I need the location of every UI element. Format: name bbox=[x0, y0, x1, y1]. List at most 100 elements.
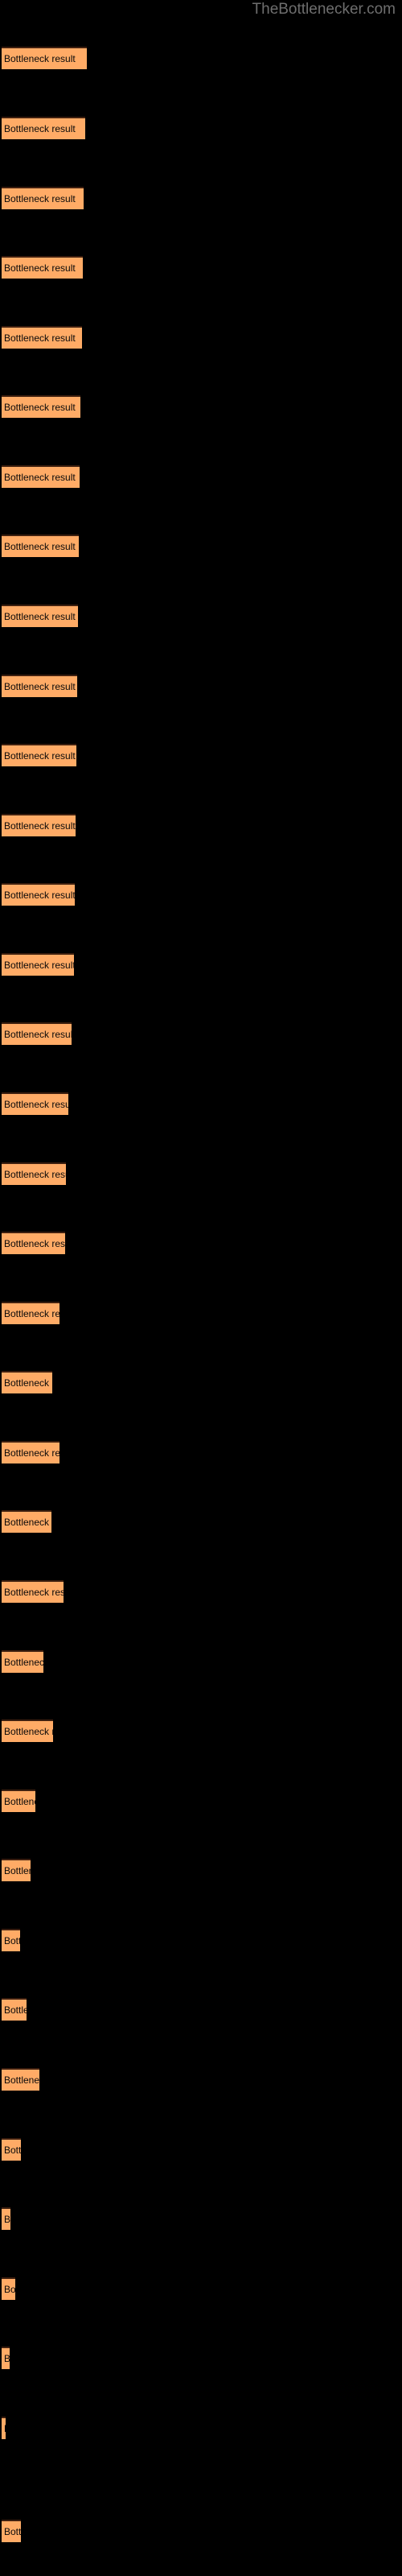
bar[interactable]: Bottleneck result bbox=[2, 395, 80, 418]
bar-label: Bottleneck result bbox=[4, 541, 76, 552]
bar-label: Bottleneck result bbox=[4, 2074, 39, 2086]
bar-row: Bottleneck result bbox=[0, 1719, 402, 1742]
bar[interactable]: Bottleneck result bbox=[2, 883, 75, 906]
bar-label: Bottleneck result bbox=[4, 681, 76, 692]
bar-row: Bottleneck result bbox=[0, 605, 402, 627]
bar-label: Bottleneck result bbox=[4, 53, 76, 64]
bar-label: Bottleneck result bbox=[4, 2284, 15, 2295]
bar-label: Bottleneck result bbox=[4, 332, 76, 344]
bar[interactable]: Bottleneck result bbox=[2, 1998, 27, 2021]
bar[interactable]: Bottleneck result bbox=[2, 1162, 66, 1185]
bar-label: Bottleneck result bbox=[4, 1935, 20, 1946]
bar[interactable]: Bottleneck result bbox=[2, 256, 83, 279]
bar-row: Bottleneck result bbox=[0, 2417, 402, 2439]
bar-label: Bottleneck result bbox=[4, 890, 75, 901]
bar-label: Bottleneck result bbox=[4, 820, 76, 832]
bar-row: Bottleneck result bbox=[0, 1790, 402, 1812]
bar-row: Bottleneck result bbox=[0, 2207, 402, 2230]
bar-row: Bottleneck result bbox=[0, 1859, 402, 1881]
bar[interactable]: Bottleneck result bbox=[2, 2138, 21, 2161]
bar[interactable]: Bottleneck result bbox=[2, 2347, 10, 2369]
bar-row: Bottleneck result bbox=[0, 675, 402, 697]
bar-label: Bottleneck result bbox=[4, 1796, 35, 1807]
bar[interactable]: Bottleneck result bbox=[2, 953, 74, 976]
bar[interactable]: Bottleneck result bbox=[2, 47, 87, 69]
bar[interactable]: Bottleneck result bbox=[2, 187, 84, 209]
bar[interactable]: Bottleneck result bbox=[2, 1371, 52, 1393]
bar[interactable]: Bottleneck result bbox=[2, 1929, 20, 1951]
bar-row: Bottleneck result bbox=[0, 1022, 402, 1045]
bar-label: Bottleneck result bbox=[4, 2145, 21, 2156]
bar[interactable]: Bottleneck result bbox=[2, 1719, 53, 1742]
bar[interactable]: Bottleneck result bbox=[2, 1790, 35, 1812]
bar-row: Bottleneck result bbox=[0, 953, 402, 976]
bar-label: Bottleneck result bbox=[4, 1377, 52, 1389]
bar-row: Bottleneck result bbox=[0, 395, 402, 418]
bar-label: Bottleneck result bbox=[4, 472, 76, 483]
bar[interactable]: Bottleneck result bbox=[2, 117, 85, 139]
bar-row: Bottleneck result bbox=[0, 1441, 402, 1463]
bar-label: Bottleneck result bbox=[4, 1726, 53, 1737]
bar-row: Bottleneck result bbox=[0, 1510, 402, 1533]
bar[interactable]: Bottleneck result bbox=[2, 326, 82, 349]
bar-row: Bottleneck result bbox=[0, 1929, 402, 1951]
bottleneck-chart: TheBottlenecker.com Bottleneck result Bot… bbox=[0, 0, 402, 2576]
bar-row: Bottleneck result bbox=[0, 2277, 402, 2300]
bar-row: Bottleneck result bbox=[0, 1371, 402, 1393]
bar-label: Bottleneck result bbox=[4, 2004, 27, 2016]
bar-row: Bottleneck result bbox=[0, 47, 402, 69]
bar[interactable]: Bottleneck result bbox=[2, 1092, 68, 1115]
bar-row: Bottleneck result bbox=[0, 2068, 402, 2091]
bar-row: Bottleneck result bbox=[0, 1650, 402, 1673]
bar[interactable]: Bottleneck result bbox=[2, 675, 77, 697]
bar-label: Bottleneck result bbox=[4, 1099, 68, 1110]
bar-label: Bottleneck result bbox=[4, 193, 76, 204]
bar-row: Bottleneck result bbox=[0, 117, 402, 139]
bar[interactable]: Bottleneck result bbox=[2, 1022, 72, 1045]
bar-label: Bottleneck result bbox=[4, 1169, 66, 1180]
bar-label: Bottleneck result bbox=[4, 2351, 10, 2368]
bar-label: Bottleneck result bbox=[4, 123, 76, 134]
bar[interactable]: Bottleneck result bbox=[2, 535, 79, 557]
bar-label: Bottleneck result bbox=[4, 1238, 65, 1249]
bar[interactable]: Bottleneck result bbox=[2, 1580, 64, 1603]
bar-row: Bottleneck result bbox=[0, 256, 402, 279]
bar-label: Bottleneck result bbox=[4, 1517, 51, 1528]
bar[interactable]: Bottleneck result bbox=[2, 2068, 39, 2091]
bar-label: Bottleneck result bbox=[4, 750, 76, 762]
bar-row: Bottleneck result bbox=[0, 1998, 402, 2021]
bar-row: Bottleneck result bbox=[0, 814, 402, 836]
bar-row: Bottleneck result bbox=[0, 465, 402, 488]
bar-row: Bottleneck result bbox=[0, 883, 402, 906]
bar[interactable]: Bottleneck result bbox=[2, 814, 76, 836]
bar[interactable]: Bottleneck result bbox=[2, 1510, 51, 1533]
bar-label: Bottleneck result bbox=[4, 1029, 72, 1040]
bar-label: Bottleneck result bbox=[4, 1865, 31, 1876]
bar[interactable]: Bottleneck result bbox=[2, 465, 80, 488]
bar[interactable]: Bottleneck result bbox=[2, 1650, 43, 1673]
bar-row: Bottleneck result bbox=[0, 1232, 402, 1254]
bar[interactable]: Bottleneck result bbox=[2, 1302, 59, 1324]
bar[interactable]: Bottleneck result bbox=[2, 2207, 10, 2230]
bar[interactable]: Bottleneck result bbox=[2, 2417, 6, 2439]
bar[interactable]: Bottleneck result bbox=[2, 744, 76, 766]
bar[interactable]: Bottleneck result bbox=[2, 2277, 15, 2300]
bar-label: Bottleneck result bbox=[4, 2214, 10, 2225]
bar-label: Bottleneck result bbox=[4, 262, 76, 274]
bar[interactable]: Bottleneck result bbox=[2, 1859, 31, 1881]
bar-label: Bottleneck result bbox=[4, 960, 74, 971]
bar-label: Bottleneck result bbox=[4, 2526, 21, 2537]
bar-row: Bottleneck result bbox=[0, 2138, 402, 2161]
bar-label: Bottleneck result bbox=[4, 1447, 59, 1459]
bar-label: Bottleneck result bbox=[4, 1657, 43, 1668]
bar[interactable]: Bottleneck result bbox=[2, 2520, 21, 2542]
bar-label: Bottleneck result bbox=[4, 1308, 59, 1319]
bar-series: Bottleneck result Bottleneck result Bottle… bbox=[0, 0, 402, 2576]
bar[interactable]: Bottleneck result bbox=[2, 605, 78, 627]
bar-label: Bottleneck result bbox=[4, 1587, 64, 1598]
bar-label: Bottleneck result bbox=[4, 402, 76, 413]
bar[interactable]: Bottleneck result bbox=[2, 1441, 59, 1463]
bar[interactable]: Bottleneck result bbox=[2, 1232, 65, 1254]
bar-row: Bottleneck result bbox=[0, 1580, 402, 1603]
bar-label: Bottleneck result bbox=[4, 611, 76, 622]
